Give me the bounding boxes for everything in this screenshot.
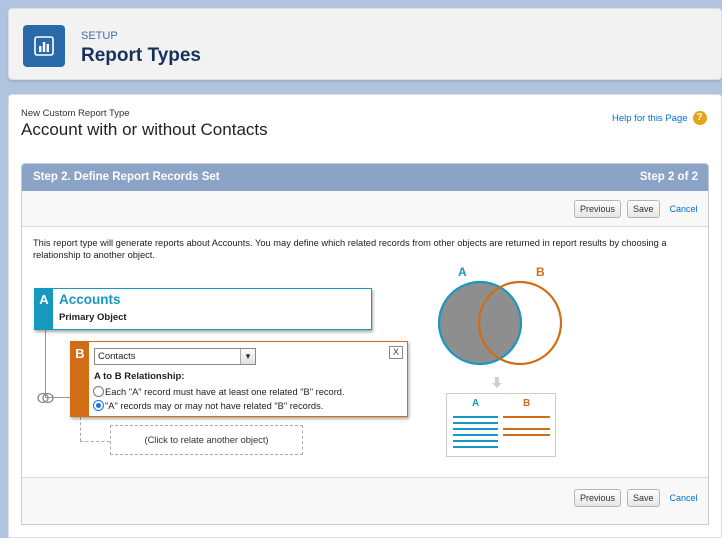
save-button-bottom[interactable]: Save — [627, 489, 660, 507]
remove-object-button[interactable]: X — [389, 346, 403, 359]
cancel-link-top[interactable]: Cancel — [670, 204, 698, 214]
table-column-b-label: B — [523, 398, 531, 409]
connector-line-dashed — [80, 441, 110, 442]
help-link-label[interactable]: Help for this Page — [612, 113, 688, 124]
cancel-link-bottom[interactable]: Cancel — [670, 493, 698, 503]
table-row-line-b — [503, 428, 550, 430]
step-title: Step 2. Define Report Records Set — [33, 171, 220, 183]
arrow-down-icon — [491, 377, 503, 392]
venn-label-a: A — [458, 265, 467, 279]
relationship-option-required[interactable]: Each "A" record must have at least one r… — [93, 386, 345, 397]
table-row-line-a — [453, 416, 498, 418]
table-row-line-a — [453, 446, 498, 448]
table-column-a-label: A — [472, 398, 480, 409]
question-icon[interactable]: ? — [692, 111, 707, 125]
primary-object-name: Accounts — [59, 292, 121, 307]
main-content: New Custom Report Type Account with or w… — [8, 94, 722, 538]
page-subtitle: New Custom Report Type — [21, 108, 130, 119]
relationship-label: A to B Relationship: — [94, 371, 185, 382]
relationship-editor: This report type will generate reports a… — [22, 226, 708, 478]
result-table-illustration: A B — [446, 393, 556, 457]
page-title: Report Types — [81, 45, 202, 66]
object-a-letter: A — [35, 289, 53, 329]
related-object-selected-value: Contacts — [98, 351, 136, 362]
table-row-line-a — [453, 422, 498, 424]
object-b-letter: B — [71, 342, 89, 416]
table-row-line-a — [453, 428, 498, 430]
previous-button-bottom[interactable]: Previous — [574, 489, 622, 507]
relationship-option-label: "A" records may or may not have related … — [105, 400, 324, 411]
table-row-line-a — [453, 434, 498, 436]
related-object-select[interactable]: Contacts ▾ — [94, 348, 256, 365]
table-row-line-a — [453, 440, 498, 442]
help-link[interactable]: Help for this Page ? — [612, 111, 707, 125]
related-object-box: B Contacts ▾ X A to B Relationship: Each… — [70, 341, 408, 417]
table-row-line-b — [503, 416, 550, 418]
table-row-line-b — [503, 434, 550, 436]
primary-object-label: Primary Object — [59, 312, 127, 323]
previous-button-top[interactable]: Previous — [574, 200, 622, 218]
venn-label-b: B — [536, 265, 545, 279]
radio-required[interactable] — [93, 386, 104, 397]
relationship-option-optional[interactable]: "A" records may or may not have related … — [93, 400, 323, 411]
page-header: SETUP Report Types — [8, 8, 722, 80]
chevron-down-icon[interactable]: ▾ — [240, 349, 255, 364]
connector-line — [45, 330, 46, 397]
primary-object-box: A Accounts Primary Object — [34, 288, 372, 330]
top-button-row: Previous Save Cancel — [574, 200, 698, 218]
step-panel: Step 2. Define Report Records Set Step 2… — [21, 163, 709, 525]
breadcrumb-setup[interactable]: SETUP — [81, 30, 118, 42]
relationship-option-label: Each "A" record must have at least one r… — [105, 386, 345, 397]
save-button-top[interactable]: Save — [627, 200, 660, 218]
description-text: This report type will generate reports a… — [33, 238, 667, 260]
bottom-button-row: Previous Save Cancel — [574, 489, 698, 507]
step-count: Step 2 of 2 — [639, 171, 698, 183]
report-type-name: Account with or without Contacts — [21, 120, 268, 139]
radio-optional[interactable] — [93, 400, 104, 411]
step-header-bar: Step 2. Define Report Records Set Step 2… — [22, 164, 708, 191]
link-chain-icon — [36, 391, 56, 404]
venn-diagram: A B — [437, 265, 563, 366]
report-chart-icon — [23, 25, 65, 67]
relate-another-object-button[interactable]: (Click to relate another object) — [110, 425, 303, 455]
connector-line-dashed — [80, 417, 81, 441]
